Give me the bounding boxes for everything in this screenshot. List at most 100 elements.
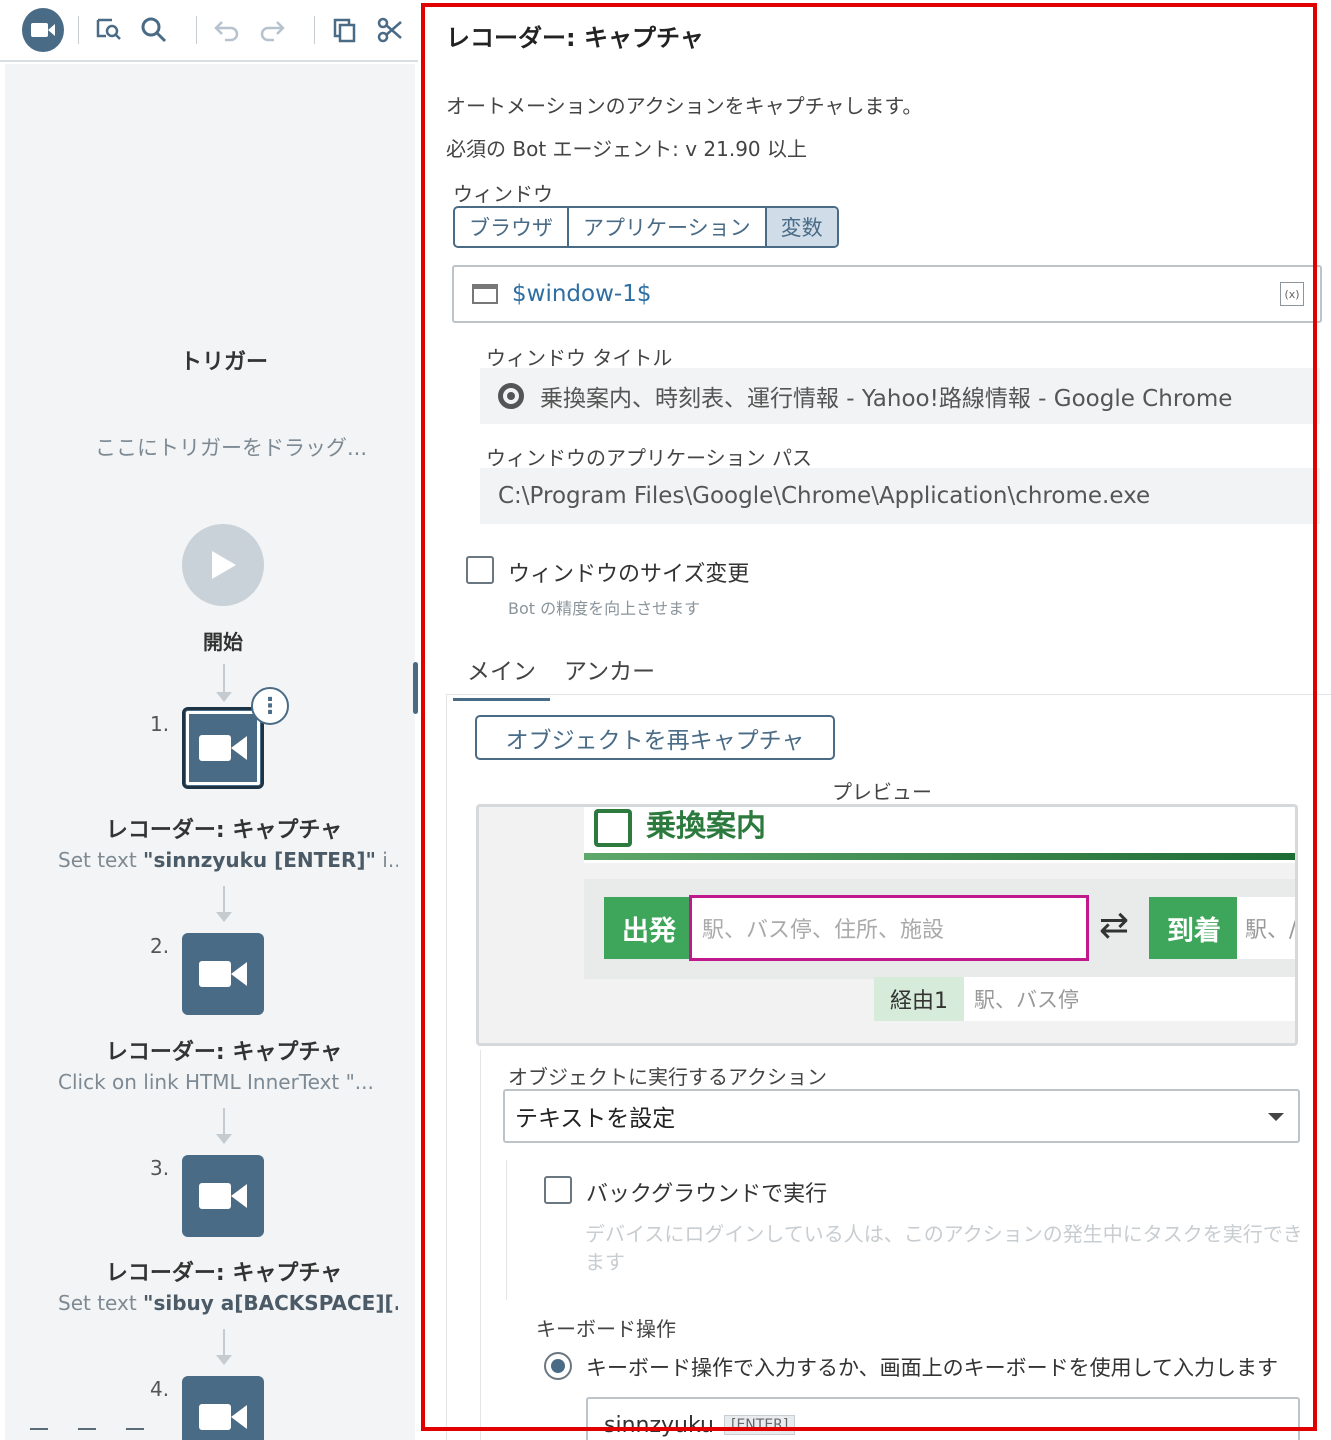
preview-departure-label: 出発 xyxy=(604,897,694,959)
run-in-background-checkbox[interactable] xyxy=(544,1176,572,1204)
flow-panel: トリガー ここにトリガーをドラッグ... 開始 1. ⋮ レコーダー: キャプチ… xyxy=(0,0,418,1440)
chevron-down-icon xyxy=(1268,1113,1284,1121)
step-description: Click on link HTML InnerText "... xyxy=(58,1070,374,1094)
step-number: 1. xyxy=(150,712,170,736)
train-icon xyxy=(594,809,632,847)
window-icon xyxy=(472,284,498,304)
undo-icon[interactable] xyxy=(211,13,244,47)
properties-panel: レコーダー: キャプチャ オートメーションのアクションをキャプチャします。 必須… xyxy=(418,0,1331,1440)
resize-window-checkbox[interactable] xyxy=(466,556,494,584)
preview-via-label: 経由1 xyxy=(874,977,964,1021)
video-camera-icon xyxy=(199,735,247,761)
window-variable-field[interactable]: $window-1$ (x) xyxy=(452,265,1322,323)
radio-dot xyxy=(551,1359,565,1373)
find-icon[interactable] xyxy=(93,13,126,47)
video-camera-icon xyxy=(199,1404,247,1430)
action-label: オブジェクトに実行するアクション xyxy=(508,1065,827,1089)
zoom-out-icon[interactable] xyxy=(126,1428,144,1440)
window-variable-value: $window-1$ xyxy=(512,281,652,307)
preview-arrival-label: 到着 xyxy=(1149,897,1239,959)
connector-line xyxy=(223,886,225,914)
toolbar-divider xyxy=(78,16,80,44)
bot-requirement: 必須の Bot エージェント: v 21.90 以上 xyxy=(446,137,808,161)
start-label: 開始 xyxy=(203,630,243,654)
preview-departure-input: 駅、バス停、住所、施設 xyxy=(689,895,1089,961)
window-title-label: ウィンドウ タイトル xyxy=(486,346,673,370)
step-node-3[interactable] xyxy=(182,1155,264,1237)
step-number: 2. xyxy=(150,934,170,958)
keyboard-radio[interactable] xyxy=(544,1352,572,1380)
step-title: レコーダー: キャプチャ xyxy=(105,1261,343,1286)
panel-description: オートメーションのアクションをキャプチャします。 xyxy=(446,94,923,118)
recorder-icon[interactable] xyxy=(22,8,65,52)
resize-window-label: ウィンドウのサイズ変更 xyxy=(508,562,750,587)
panel-title: レコーダー: キャプチャ xyxy=(446,24,704,52)
window-mode-selector: ブラウザ アプリケーション 変数 xyxy=(453,206,839,248)
variable-icon[interactable]: (x) xyxy=(1280,282,1304,306)
app-path-value: C:\Program Files\Google\Chrome\Applicati… xyxy=(498,483,1151,509)
step-number: 3. xyxy=(150,1156,170,1180)
chrome-icon xyxy=(498,383,524,409)
connector-arrow xyxy=(216,912,232,922)
keyboard-value: sinnzyuku xyxy=(604,1412,714,1438)
enter-key-tag: [ENTER] xyxy=(723,1415,796,1435)
step-title: レコーダー: キャプチャ xyxy=(105,818,343,843)
step-title: レコーダー: キャプチャ xyxy=(105,1040,343,1065)
search-icon[interactable] xyxy=(138,13,171,47)
app-path-label: ウィンドウのアプリケーション パス xyxy=(486,446,812,470)
keyboard-label: キーボード操作 xyxy=(536,1317,676,1341)
toolbar-divider xyxy=(314,16,315,44)
resize-window-hint: Bot の精度を向上させます xyxy=(508,599,701,618)
cut-icon[interactable] xyxy=(374,13,407,47)
canvas-controls xyxy=(30,1428,144,1440)
fit-icon[interactable] xyxy=(30,1428,48,1440)
window-mode-application[interactable]: アプリケーション xyxy=(569,208,767,246)
window-mode-variable[interactable]: 変数 xyxy=(766,208,837,246)
keyboard-input[interactable]: sinnzyuku [ENTER] xyxy=(586,1397,1300,1440)
object-preview: 乗換案内 出発 駅、バス停、住所、施設 ⇄ 到着 駅、/ 経由1 駅、バス停 xyxy=(476,804,1298,1046)
app-path-field: C:\Program Files\Google\Chrome\Applicati… xyxy=(480,468,1320,524)
preview-label: プレビュー xyxy=(832,780,932,804)
keyboard-option-label: キーボード操作で入力するか、画面上のキーボードを使用して入力します xyxy=(586,1356,1278,1380)
step-description: Set text "sinnzyuku [ENTER]" i... xyxy=(58,848,398,872)
connector-arrow xyxy=(216,1134,232,1144)
step-node-1[interactable] xyxy=(182,707,264,789)
section-rule xyxy=(506,1160,507,1300)
swap-icon: ⇄ xyxy=(1099,905,1130,946)
connector-arrow xyxy=(216,1355,232,1365)
preview-arrival-input: 駅、/ xyxy=(1237,897,1295,959)
step-node-4[interactable] xyxy=(182,1376,264,1440)
preview-header-title: 乗換案内 xyxy=(646,809,766,844)
copy-icon[interactable] xyxy=(329,13,362,47)
start-node[interactable] xyxy=(182,524,264,606)
action-select-value: テキストを設定 xyxy=(515,1106,676,1132)
window-label: ウィンドウ xyxy=(453,182,553,206)
toolbar-divider xyxy=(196,16,198,44)
connector-line xyxy=(223,1108,225,1136)
preview-via-input: 駅、バス停 xyxy=(964,977,1295,1021)
step-description: Set text "sibuy a[BACKSPACE][... xyxy=(58,1291,398,1315)
window-title-value: 乗換案内、時刻表、運行情報 - Yahoo!路線情報 - Google Chro… xyxy=(540,386,1233,412)
run-in-background-label: バックグラウンドで実行 xyxy=(586,1182,828,1207)
zoom-icon[interactable] xyxy=(78,1428,96,1440)
video-camera-icon xyxy=(199,961,247,987)
connector-arrow xyxy=(216,692,232,702)
redo-icon[interactable] xyxy=(256,13,289,47)
run-in-background-description: デバイスにログインしている人は、このアクションの発生中にタスクを実行できます xyxy=(585,1222,1303,1274)
action-select[interactable]: テキストを設定 xyxy=(503,1089,1300,1143)
trigger-title: トリガー xyxy=(179,350,268,375)
window-title-field: 乗換案内、時刻表、運行情報 - Yahoo!路線情報 - Google Chro… xyxy=(480,368,1320,424)
play-icon xyxy=(212,551,236,579)
recapture-button[interactable]: オブジェクトを再キャプチャ xyxy=(475,715,835,760)
flow-toolbar xyxy=(0,0,418,62)
section-rule xyxy=(480,1050,481,1440)
step-number: 4. xyxy=(150,1377,170,1401)
step-more-icon[interactable]: ⋮ xyxy=(251,687,289,725)
preview-header-rule xyxy=(584,853,1295,860)
connector-line xyxy=(223,664,225,694)
connector-line xyxy=(223,1329,225,1357)
video-camera-icon xyxy=(199,1183,247,1209)
step-node-2[interactable] xyxy=(182,933,264,1015)
window-mode-browser[interactable]: ブラウザ xyxy=(455,208,569,246)
trigger-drop-zone[interactable]: ここにトリガーをドラッグ... xyxy=(0,432,462,462)
